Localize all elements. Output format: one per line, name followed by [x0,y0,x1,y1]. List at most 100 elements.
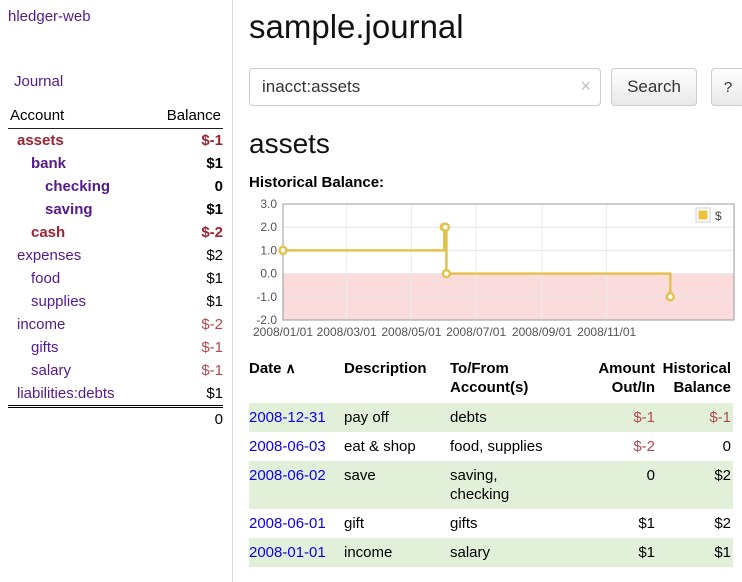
register-row[interactable]: 2008-06-01 giftgifts$1$2 [249,509,733,538]
account-balance: $2 [147,244,223,267]
x-axis-tick-label: 2008/07/01 [446,325,506,339]
legend-label: $ [715,209,722,223]
sidebar-account-link[interactable]: assets [8,132,64,149]
account-row: salary $-1 [8,359,223,382]
chart-svg: 3.02.01.00.0-1.0-2.02008/01/012008/03/01… [249,199,738,341]
y-axis-tick-label: 3.0 [260,199,277,211]
total-row: 0 [8,407,223,432]
account-row: supplies $1 [8,290,223,313]
search-input[interactable] [249,68,601,106]
sidebar-account-link[interactable]: expenses [8,247,81,264]
balance-column-header: Historical Balance [657,355,733,403]
search-button[interactable]: Search [611,68,697,106]
main-content: sample.journal × Search ? assets Histori… [233,0,742,582]
description-cell: income [344,538,450,567]
account-balance: $1 [147,152,223,175]
account-balance: $-1 [147,336,223,359]
account-row: gifts $-1 [8,336,223,359]
account-balance: $-1 [147,359,223,382]
sidebar-account-link[interactable]: bank [8,155,66,172]
date-link[interactable]: 2008-01-01 [249,544,326,561]
sidebar-account-link[interactable]: saving [8,201,93,218]
sidebar-account-link[interactable]: gifts [8,339,59,356]
account-balance: 0 [147,175,223,198]
x-axis-tick-label: 2008/11/01 [577,325,636,339]
register-row[interactable]: 2008-06-03eat & shopfood, supplies$-20 [249,432,733,461]
account-heading: assets [249,128,742,160]
accounts-cell: food, supplies [450,432,580,461]
sidebar-account-link[interactable]: supplies [8,293,86,310]
register-row[interactable]: 2008-12-31pay offdebts$-1$-1 [249,403,733,432]
sidebar: hledger-web Journal Account Balance asse… [0,0,233,582]
description-cell: pay off [344,403,450,432]
accounts-cell: salary [450,538,580,567]
description-cell: save [344,461,450,509]
account-balance: $1 [147,267,223,290]
data-point-marker [280,247,287,254]
description-cell: gift [344,509,450,538]
amount-cell: $1 [580,538,657,567]
sidebar-account-link[interactable]: liabilities:debts [8,385,115,402]
register-row[interactable]: 2008-01-01incomesalary$1$1 [249,538,733,567]
balance-cell: $2 [657,461,733,509]
description-column-header: Description [344,355,450,403]
account-row: income $-2 [8,313,223,336]
register-table: Date∧ Description To/From Account(s) Amo… [249,355,733,567]
date-link[interactable]: 2008-06-01 [249,515,326,532]
amount-column-header: Amount Out/In [580,355,657,403]
account-row: expenses $2 [8,244,223,267]
sort-by-date-link[interactable]: Date∧ [249,360,296,377]
register-row[interactable]: 2008-06-02 savesaving,checking0$2 [249,461,733,509]
total-balance: 0 [147,407,223,432]
balance-cell: $-1 [657,403,733,432]
help-button[interactable]: ? [711,68,742,106]
date-link[interactable]: 2008-12-31 [249,409,326,426]
accounts-cell: gifts [450,509,580,538]
sort-ascending-icon: ∧ [286,360,296,376]
account-row: assets $-1 [8,129,223,153]
clear-search-icon[interactable]: × [580,76,591,96]
accounts-cell: saving,checking [450,461,580,509]
x-axis-tick-label: 2008/03/01 [317,325,377,339]
account-balances-table: Account Balance assets $-1 bank $1 checking 0… [8,105,223,431]
balance-cell: 0 [657,432,733,461]
search-form: × Search ? [249,68,742,106]
amount-cell: $1 [580,509,657,538]
x-axis-tick-label: 2008/05/01 [381,325,441,339]
amount-cell: 0 [580,461,657,509]
sidebar-account-link[interactable]: checking [8,178,110,195]
balance-cell: $2 [657,509,733,538]
balance-column-header: Balance [147,105,223,129]
account-row: checking 0 [8,175,223,198]
journal-nav-link[interactable]: Journal [14,73,63,90]
y-axis-tick-label: -1.0 [256,290,277,304]
account-balance: $-2 [147,313,223,336]
chart-title: Historical Balance: [249,174,742,191]
account-row: liabilities:debts $1 [8,382,223,407]
date-link[interactable]: 2008-06-03 [249,438,326,455]
page-title: sample.journal [249,8,742,46]
legend-swatch [699,211,708,220]
date-column-header: Date [249,360,282,377]
account-balance: $1 [147,198,223,221]
y-axis-tick-label: 0.0 [260,267,277,281]
sidebar-account-link[interactable]: food [8,270,60,287]
y-axis-tick-label: 2.0 [260,220,277,234]
account-balance: $-1 [147,129,223,153]
sidebar-account-link[interactable]: cash [8,224,65,241]
account-column-header: To/From Account(s) [450,355,580,403]
date-link[interactable]: 2008-06-02 [249,467,326,484]
data-point-marker [443,270,450,277]
amount-cell: $-1 [580,403,657,432]
sidebar-account-link[interactable]: income [8,316,65,333]
account-balance: $1 [147,290,223,313]
account-row: saving $1 [8,198,223,221]
account-balance: $1 [147,382,223,407]
x-axis-tick-label: 2008/01/01 [253,325,313,339]
app-title-link[interactable]: hledger-web [8,8,91,25]
balance-cell: $1 [657,538,733,567]
sidebar-account-link[interactable]: salary [8,362,71,379]
account-row: cash$-2 [8,221,223,244]
account-column-header: Account [8,105,147,129]
data-point-marker [667,293,674,300]
